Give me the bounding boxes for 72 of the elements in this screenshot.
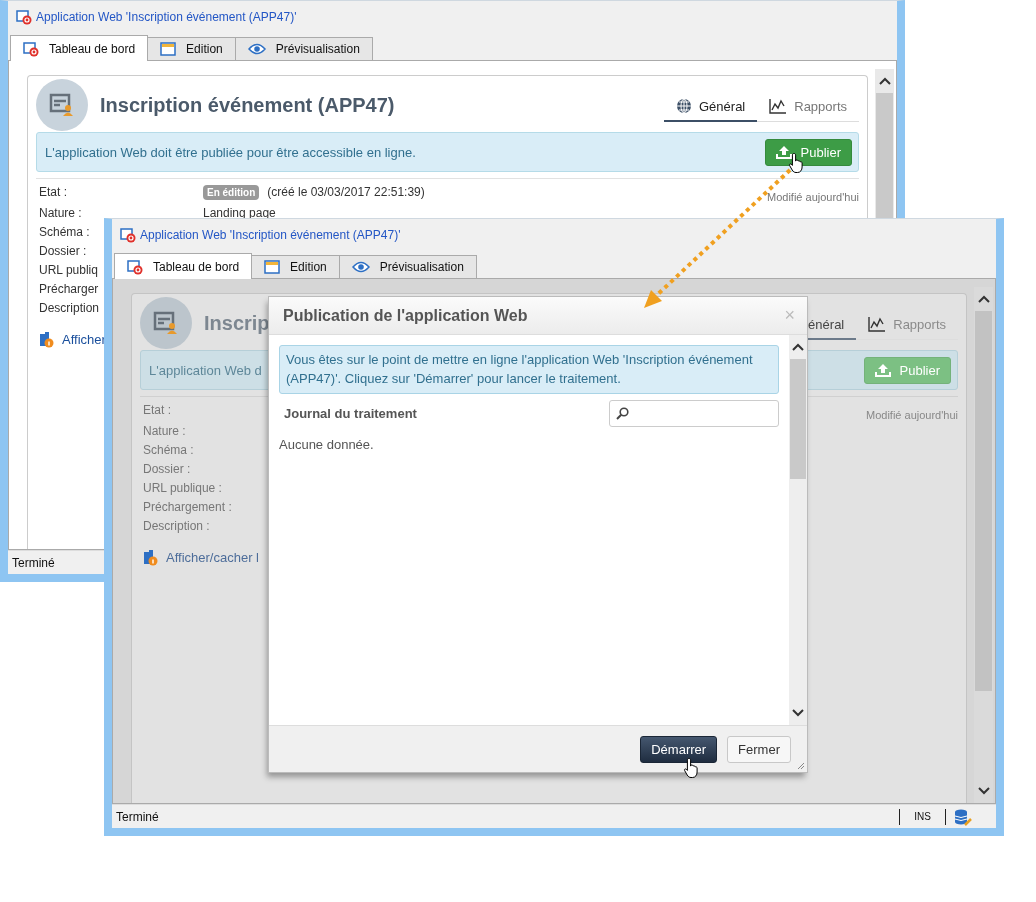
tab[interactable]: Edition [251, 255, 340, 278]
info-message: Vous êtes sur le point de mettre en ligne l'application Web 'Inscription événement (APP47)'. Cliquez sur 'Démarrer' pour lancer le traitement. [279, 345, 779, 394]
banner-text: L'application Web doit être publiée pour être accessible en ligne. [45, 144, 416, 160]
upload-icon [775, 145, 792, 159]
search-icon [616, 407, 629, 420]
field-label: Précharger [39, 281, 99, 296]
close-dialog-button[interactable]: Fermer [727, 735, 791, 763]
status-badge: En édition [203, 184, 260, 200]
view-tab[interactable]: Général [664, 94, 758, 122]
scroll-up-icon [977, 295, 990, 303]
field-label: Description : [143, 518, 210, 533]
field-label: Etat : [39, 185, 67, 199]
app-icon [16, 9, 32, 25]
status-text: Terminé [116, 809, 159, 824]
scroll-up-icon [878, 77, 891, 85]
page-heading: Inscrip [204, 311, 270, 334]
modified-note: Modifié aujourd'hui [866, 409, 958, 421]
tab[interactable]: Edition [147, 37, 236, 60]
database-icon [954, 807, 972, 826]
scrollbar[interactable] [789, 335, 807, 725]
tab[interactable]: Prévisualisation [338, 255, 477, 278]
resize-grip-icon [797, 762, 805, 770]
view-tab[interactable]: Rapports [757, 94, 859, 122]
empty-text: Aucune donnée. [279, 437, 375, 452]
scrollbar[interactable] [974, 287, 993, 803]
eye-icon [247, 43, 266, 55]
eye-icon [351, 261, 370, 273]
form-icon [49, 93, 75, 117]
app-icon [120, 227, 136, 243]
document-info-icon [143, 549, 158, 566]
window-title: Application Web 'Inscription événement (APP47)' [140, 228, 401, 242]
field-label: Nature : [143, 423, 186, 438]
search-field[interactable] [609, 400, 779, 427]
field-label: URL publique : [143, 480, 222, 495]
field-label: Description [39, 300, 100, 315]
tab[interactable]: Tableau de bord [114, 253, 253, 279]
scrollbar[interactable] [875, 69, 894, 219]
field-label: URL publiq [39, 262, 98, 277]
upload-icon [874, 363, 891, 377]
toggle-link[interactable]: Afficher/cacher l [166, 550, 259, 565]
window-title: Application Web 'Inscription événement (APP47)' [36, 10, 297, 24]
field-label: Etat : [143, 403, 171, 417]
app-icon [127, 258, 143, 275]
window-icon [264, 260, 281, 274]
modified-note: Modifié aujourd'hui [767, 191, 859, 203]
scroll-up-icon [792, 343, 804, 351]
page-heading: Inscription événement (APP47) [100, 93, 395, 116]
field-label: Dossier : [39, 243, 87, 258]
form-icon [153, 311, 179, 335]
field-label: Schéma : [39, 224, 90, 239]
toggle-link[interactable]: Afficher [62, 332, 106, 347]
insert-mode: INS [913, 811, 932, 822]
tab[interactable]: Prévisualisation [234, 37, 373, 60]
field-label: Nature : [39, 205, 82, 220]
field-value: (créé le 03/03/2017 22:51:39) [267, 185, 425, 199]
field-label: Dossier : [143, 461, 191, 476]
field-label: Préchargement : [143, 499, 232, 514]
status-text: Terminé [12, 555, 55, 570]
log-label: Journal du traitement [283, 406, 417, 421]
start-button[interactable]: Démarrer [640, 735, 718, 763]
scroll-down-icon [792, 709, 804, 717]
app-icon [23, 40, 39, 57]
window-icon [160, 42, 177, 56]
document-info-icon [39, 331, 54, 348]
scroll-down-icon [977, 787, 990, 795]
line-chart-icon [868, 316, 887, 332]
globe-icon [676, 98, 692, 114]
banner-text: L'application Web d [149, 362, 262, 378]
dialog-title: Publication de l'application Web [283, 306, 528, 325]
tab[interactable]: Tableau de bord [10, 35, 149, 61]
line-chart-icon [769, 98, 788, 114]
field-label: Schéma : [143, 442, 194, 457]
